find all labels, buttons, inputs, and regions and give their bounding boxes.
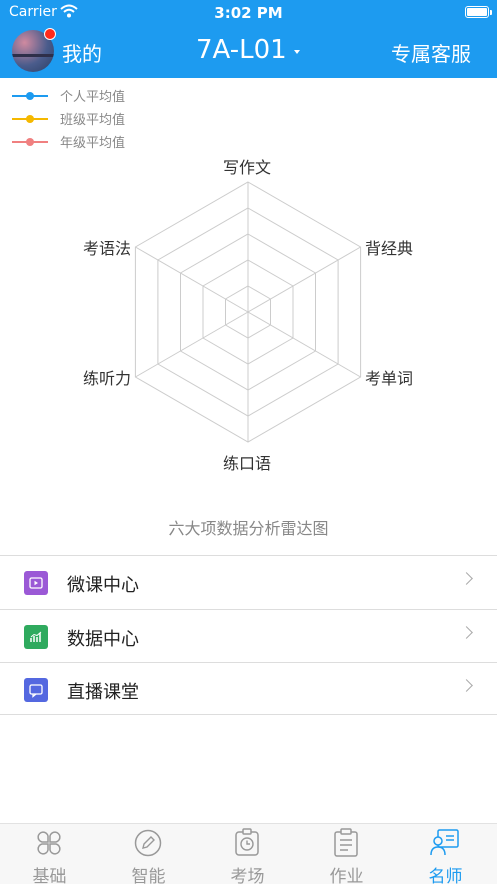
legend-label: 个人平均值	[60, 90, 126, 105]
tab-homework[interactable]: 作业	[297, 824, 396, 887]
tab-teacher[interactable]: 名师	[396, 824, 495, 887]
radar-axis-label: 背经典	[365, 239, 414, 258]
legend-dot	[26, 115, 34, 123]
radar-spoke	[247, 246, 361, 313]
bar-chart-icon	[24, 625, 48, 649]
battery-icon	[465, 6, 489, 18]
menu-item-micro-course[interactable]: 微课中心	[0, 556, 497, 609]
radar-spoke	[135, 311, 249, 378]
legend-dot	[26, 92, 34, 100]
menu-label: 数据中心	[67, 629, 139, 650]
battery-tip	[490, 10, 492, 15]
menu-item-data-center[interactable]: 数据中心	[0, 610, 497, 663]
divider	[0, 714, 497, 715]
radar-spoke	[247, 311, 361, 378]
radar-chart	[134, 181, 362, 443]
live-chat-icon	[24, 678, 48, 702]
radar-axis-label: 练听力	[83, 369, 132, 388]
radar-spoke	[135, 246, 249, 313]
me-button[interactable]: 我的	[62, 38, 102, 67]
customer-service-button[interactable]: 专属客服	[391, 38, 471, 67]
tab-basics[interactable]: 基础	[0, 824, 99, 887]
menu-item-live-class[interactable]: 直播课堂	[0, 663, 497, 716]
radar-axis-label: 考语法	[83, 239, 132, 258]
tab-bar: 基础 智能 考场 作业 名师	[0, 823, 497, 887]
caret-down-icon[interactable]	[294, 50, 300, 54]
chevron-right-icon	[460, 679, 473, 692]
status-time: 3:02 PM	[214, 4, 283, 22]
status-bar: Carrier 3:02 PM	[0, 0, 497, 26]
four-petal-icon	[37, 831, 61, 855]
radar-axis-label: 写作文	[223, 158, 272, 177]
chart-title: 六大项数据分析雷达图	[168, 519, 329, 538]
nav-bar: 我的 7A-L01 专属客服	[0, 26, 497, 78]
exam-clock-icon	[235, 828, 259, 856]
chevron-right-icon	[460, 572, 473, 585]
pencil-circle-icon	[134, 829, 162, 857]
notification-badge	[44, 28, 56, 40]
tab-label: 基础	[32, 867, 67, 887]
menu-label: 直播课堂	[67, 682, 139, 703]
clipboard-icon	[334, 828, 358, 857]
tab-label: 智能	[131, 867, 166, 887]
menu-label: 微课中心	[67, 575, 139, 596]
tab-label: 作业	[329, 867, 364, 887]
chevron-right-icon	[460, 626, 473, 639]
class-selector[interactable]: 7A-L01	[196, 35, 287, 65]
tab-label: 名师	[428, 867, 463, 887]
tab-exam[interactable]: 考场	[198, 824, 297, 887]
radar-axis-label: 练口语	[223, 454, 272, 473]
teacher-icon	[430, 829, 459, 856]
tab-label: 考场	[230, 867, 265, 887]
radar-axis-label: 考单词	[365, 369, 414, 388]
tab-smart[interactable]: 智能	[99, 824, 198, 887]
play-video-icon	[24, 571, 48, 595]
